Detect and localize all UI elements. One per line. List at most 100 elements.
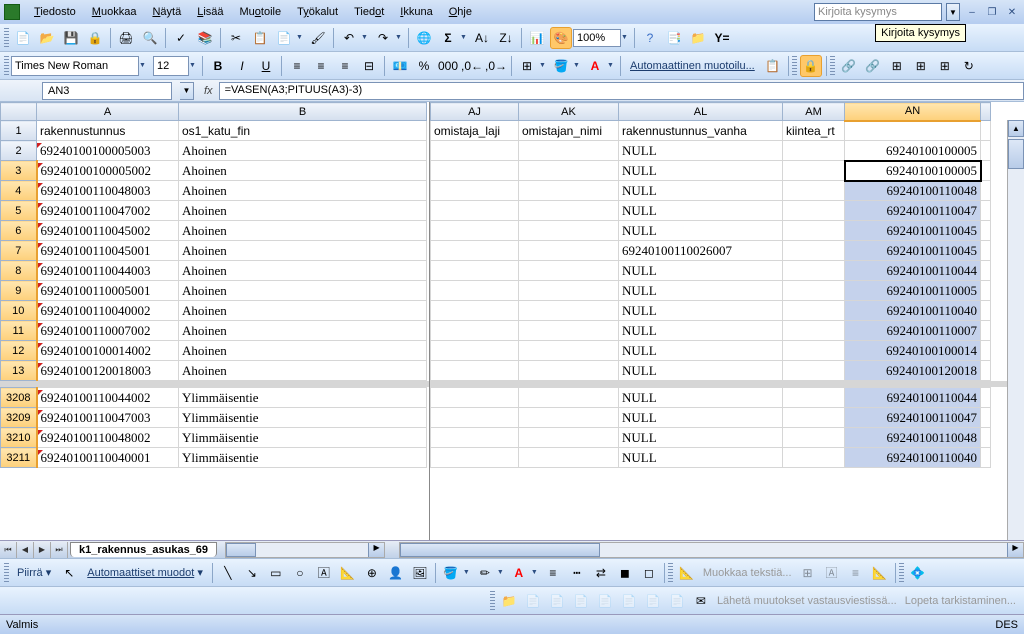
cell[interactable]: kiintea_rt [783, 121, 845, 141]
cell[interactable] [981, 141, 991, 161]
cell[interactable]: rakennustunnus_vanha [619, 121, 783, 141]
cell[interactable] [519, 428, 619, 448]
cut-button[interactable]: ✂ [225, 27, 247, 49]
row-header-11[interactable]: 11 [1, 321, 37, 341]
cell[interactable]: 69240100110048003 [37, 181, 179, 201]
cell[interactable] [981, 321, 991, 341]
cell[interactable]: Ylimmäisentie [179, 428, 427, 448]
cell[interactable]: Ahoinen [179, 341, 427, 361]
cell[interactable]: 69240100110045002 [37, 221, 179, 241]
sort-asc-button[interactable]: A↓ [471, 27, 493, 49]
cell[interactable] [519, 241, 619, 261]
cell[interactable]: NULL [619, 388, 783, 408]
wordart-button[interactable]: 📐 [337, 562, 359, 584]
cell[interactable] [981, 201, 991, 221]
row-header-9[interactable]: 9 [1, 281, 37, 301]
cell[interactable]: 69240100100005003 [37, 141, 179, 161]
dash-style-button[interactable]: ┅ [566, 562, 588, 584]
cell[interactable] [519, 361, 619, 381]
align-right-button[interactable]: ≡ [334, 55, 356, 77]
lock-button[interactable]: 🔒 [800, 55, 822, 77]
tab-nav-next[interactable]: ▶ [34, 542, 51, 558]
row-header-6[interactable]: 6 [1, 221, 37, 241]
spelling-button[interactable]: ✓ [170, 27, 192, 49]
cell[interactable] [519, 221, 619, 241]
cell[interactable] [783, 448, 845, 468]
cell[interactable] [519, 161, 619, 181]
formula-input[interactable]: =VASEN(A3;PITUUS(A3)-3) [219, 82, 1024, 100]
save-button[interactable]: 💾 [60, 27, 82, 49]
cell[interactable]: 69240100100014 [845, 341, 981, 361]
rv-7[interactable]: 📄 [666, 590, 688, 612]
cell[interactable]: 69240100110047002 [37, 201, 179, 221]
font-size-selector[interactable] [153, 56, 189, 76]
row-header-1[interactable]: 1 [1, 121, 37, 141]
column-header-A[interactable]: A [37, 103, 179, 121]
row-header-4[interactable]: 4 [1, 181, 37, 201]
fmt-misc1[interactable]: 📋 [762, 55, 784, 77]
bold-button[interactable]: B [207, 55, 229, 77]
cell[interactable]: Ahoinen [179, 321, 427, 341]
format-painter-button[interactable]: 🖌 [307, 27, 329, 49]
cell[interactable]: 69240100110040 [845, 448, 981, 468]
cell[interactable]: NULL [619, 321, 783, 341]
cell[interactable] [431, 448, 519, 468]
fx-label[interactable]: fx [204, 85, 213, 97]
select-objects-button[interactable]: ↖ [58, 562, 80, 584]
cell[interactable]: Ahoinen [179, 221, 427, 241]
cell[interactable] [519, 261, 619, 281]
name-box-dropdown[interactable]: ▼ [180, 82, 194, 100]
cell[interactable]: Ahoinen [179, 241, 427, 261]
cell[interactable]: 69240100110044 [845, 261, 981, 281]
tb-misc3[interactable]: Y= [711, 27, 733, 49]
cell[interactable]: NULL [619, 201, 783, 221]
underline-button[interactable]: U [255, 55, 277, 77]
close-button[interactable]: ✕ [1004, 5, 1020, 19]
help-button[interactable]: ? [639, 27, 661, 49]
currency-button[interactable]: 💶 [389, 55, 411, 77]
scroll-up-button[interactable]: ▲ [1008, 120, 1024, 137]
toolbar-grip[interactable] [4, 56, 9, 76]
menu-muotoile[interactable]: Muotoile [232, 4, 290, 20]
menu-ohje[interactable]: Ohje [441, 4, 480, 20]
cell[interactable] [431, 321, 519, 341]
row-header-3209[interactable]: 3209 [1, 408, 37, 428]
cell[interactable]: 69240100110045001 [37, 241, 179, 261]
cell[interactable]: omistaja_laji [431, 121, 519, 141]
cell[interactable] [431, 241, 519, 261]
sheet-tab[interactable]: k1_rakennus_asukas_69 [70, 542, 217, 557]
cell[interactable]: 69240100110047 [845, 201, 981, 221]
cell[interactable] [981, 181, 991, 201]
cell[interactable]: NULL [619, 221, 783, 241]
cell[interactable] [519, 388, 619, 408]
folder-button[interactable]: 📁 [498, 590, 520, 612]
cell[interactable] [519, 141, 619, 161]
cell[interactable]: 69240100110026007 [619, 241, 783, 261]
horizontal-scrollbar-left[interactable]: ▶ [225, 542, 385, 558]
print-preview-button[interactable]: 🔍 [139, 27, 161, 49]
cell[interactable] [519, 448, 619, 468]
cell[interactable] [783, 361, 845, 381]
rv-2[interactable]: 📄 [546, 590, 568, 612]
cell[interactable]: 69240100110047003 [37, 408, 179, 428]
cell[interactable]: 69240100110005 [845, 281, 981, 301]
cell[interactable]: Ahoinen [179, 361, 427, 381]
cell[interactable] [519, 201, 619, 221]
3d-button[interactable]: ◻ [638, 562, 660, 584]
dec-decimal-button[interactable]: ,0→ [485, 55, 507, 77]
cell[interactable]: os1_katu_fin [179, 121, 427, 141]
row-header-3210[interactable]: 3210 [1, 428, 37, 448]
row-header-3208[interactable]: 3208 [1, 388, 37, 408]
cell[interactable] [783, 408, 845, 428]
cell[interactable] [519, 301, 619, 321]
cell[interactable]: Ahoinen [179, 141, 427, 161]
group-misc5[interactable]: ⊞ [934, 55, 956, 77]
cell[interactable] [431, 408, 519, 428]
rectangle-button[interactable]: ▭ [265, 562, 287, 584]
cell[interactable]: 69240100100014002 [37, 341, 179, 361]
italic-button[interactable]: I [231, 55, 253, 77]
cell[interactable] [431, 201, 519, 221]
merge-button[interactable]: ⊟ [358, 55, 380, 77]
toolbar-grip[interactable] [899, 563, 904, 583]
column-header-AN[interactable]: AN [845, 103, 981, 121]
